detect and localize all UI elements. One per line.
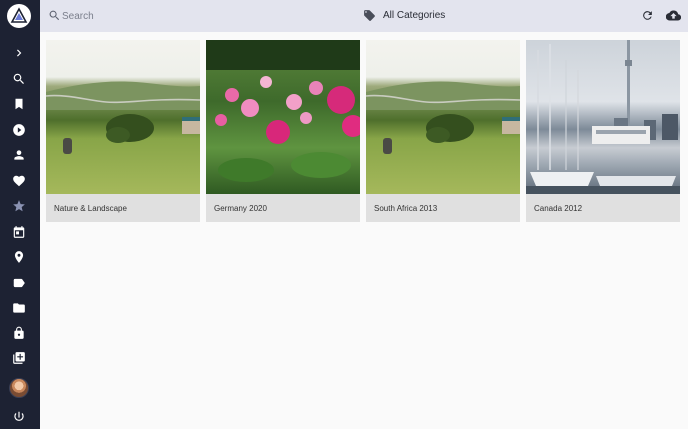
album-thumbnail [526,40,680,194]
location-icon[interactable] [10,248,28,266]
lock-icon[interactable] [10,324,28,342]
album-title: Germany 2020 [214,204,267,213]
sidebar-search-icon[interactable] [10,70,28,88]
album-thumbnail [46,40,200,194]
upload-icon[interactable] [666,8,681,23]
person-icon[interactable] [10,146,28,164]
library-icon[interactable] [10,349,28,367]
search-input[interactable] [62,6,262,26]
album-card[interactable]: South Africa 2013 [366,40,520,222]
album-card[interactable]: Canada 2012 [526,40,680,222]
calendar-icon[interactable] [10,223,28,241]
sidebar [0,0,40,429]
reload-icon[interactable] [641,9,654,22]
folder-icon[interactable] [10,299,28,317]
album-card[interactable]: Germany 2020 [206,40,360,222]
album-card[interactable]: Nature & Landscape [46,40,200,222]
tag-icon[interactable] [363,9,376,22]
heart-icon[interactable] [10,172,28,190]
album-title: Canada 2012 [534,204,583,213]
album-thumbnail [206,40,360,194]
album-title: Nature & Landscape [54,204,127,213]
logo-icon[interactable] [7,4,31,28]
power-icon[interactable] [10,408,28,426]
label-icon[interactable] [10,274,28,292]
play-icon[interactable] [10,121,28,139]
bookmark-icon[interactable] [10,95,28,113]
avatar[interactable] [9,378,29,398]
album-thumbnail [366,40,520,194]
top-toolbar: All Categories [40,0,688,32]
category-selector[interactable]: All Categories [383,10,445,21]
album-title: South Africa 2013 [374,204,438,213]
expand-icon[interactable] [10,44,28,62]
star-icon[interactable] [10,197,28,215]
search-icon [49,10,60,21]
